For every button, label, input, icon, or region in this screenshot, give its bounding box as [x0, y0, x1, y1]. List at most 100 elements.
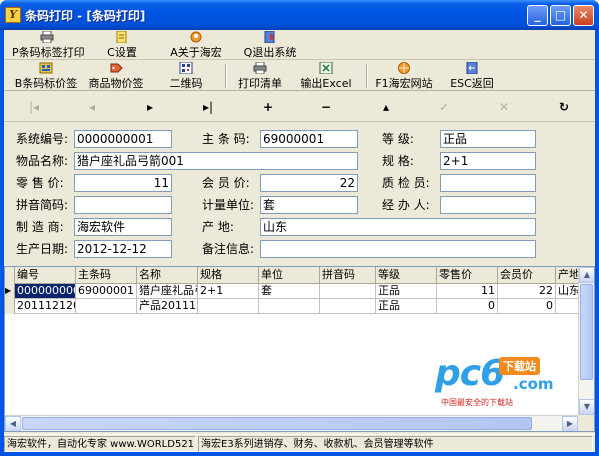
- scrollbar-corner: [578, 415, 594, 431]
- tool-export-excel[interactable]: 输出Excel: [298, 61, 354, 91]
- grid-cell[interactable]: 2+1: [198, 284, 259, 299]
- nav-first-button[interactable]: |◂: [6, 97, 62, 117]
- tool-print-list[interactable]: 打印清单: [236, 61, 284, 91]
- menu-settings[interactable]: C设置: [102, 30, 142, 60]
- grid-cell[interactable]: 22: [498, 284, 556, 299]
- grid-cell[interactable]: 20111212000: [15, 299, 76, 314]
- nav-cancel-button[interactable]: ✕: [476, 97, 532, 117]
- excel-icon: [319, 62, 333, 74]
- menu-print-labels-label: P条码标签打印: [12, 46, 85, 59]
- tool-qrcode-label: 二维码: [169, 77, 203, 90]
- name-field[interactable]: 猎户座礼品弓箭001: [74, 152, 358, 170]
- grid-cell[interactable]: 猎户座礼品弓: [137, 284, 198, 299]
- grid-col-header[interactable]: 名称: [137, 267, 198, 284]
- remark-field[interactable]: [260, 240, 536, 258]
- member-field[interactable]: 22: [260, 174, 358, 192]
- toolbar-separator: [366, 64, 368, 88]
- grid-header-indicator: [5, 267, 15, 284]
- grid-col-header[interactable]: 等级: [376, 267, 437, 284]
- settings-icon: [116, 31, 127, 43]
- scroll-left-icon[interactable]: ◀: [5, 416, 21, 431]
- nav-delete-button[interactable]: −: [298, 97, 354, 117]
- minimize-button[interactable]: _: [527, 5, 548, 26]
- tool-qrcode[interactable]: 二维码: [164, 61, 208, 91]
- grid-col-header[interactable]: 主条码: [76, 267, 137, 284]
- grid-cell[interactable]: [259, 299, 320, 314]
- title-bar[interactable]: Y 条码打印 - [条码打印] _ □ ✕: [0, 0, 599, 30]
- vertical-scroll-thumb[interactable]: [580, 284, 593, 380]
- window-title: 条码打印 - [条码打印]: [25, 9, 146, 23]
- grid-cell[interactable]: [320, 284, 376, 299]
- unit-field[interactable]: 套: [260, 196, 358, 214]
- inspector-label: 质 检 员:: [382, 176, 430, 190]
- grid-cell[interactable]: [320, 299, 376, 314]
- nav-last-button[interactable]: ▸|: [180, 97, 236, 117]
- tool-barcode-price-label[interactable]: B条码标价签: [14, 61, 78, 91]
- grid-cell[interactable]: 0: [437, 299, 498, 314]
- grid-col-header[interactable]: 规格: [198, 267, 259, 284]
- grid-cell[interactable]: 正品: [376, 284, 437, 299]
- grid-col-header[interactable]: 编号: [15, 267, 76, 284]
- close-button[interactable]: ✕: [573, 5, 594, 26]
- grid-header: 编号 主条码 名称 规格 单位 拼音码 等级 零售价 会员价 产地: [5, 267, 594, 284]
- watermark-slogan: 中国最安全的下载站: [441, 398, 513, 407]
- menu-exit[interactable]: Q退出系统: [242, 30, 298, 60]
- grid-cell[interactable]: [198, 299, 259, 314]
- exit-icon: [264, 31, 275, 43]
- tool-back[interactable]: ESC返回: [448, 61, 496, 91]
- vertical-scrollbar[interactable]: ▲ ▼: [578, 267, 594, 415]
- grid-col-header[interactable]: 会员价: [498, 267, 556, 284]
- watermark-domain: .com: [513, 375, 554, 393]
- scroll-up-icon[interactable]: ▲: [579, 267, 594, 283]
- data-grid[interactable]: 编号 主条码 名称 规格 单位 拼音码 等级 零售价 会员价 产地 ▶ 0000…: [4, 266, 595, 432]
- handler-field[interactable]: [440, 196, 536, 214]
- nav-post-button[interactable]: ✓: [416, 97, 472, 117]
- barcode-label-icon: [39, 62, 53, 74]
- grid-cell[interactable]: 0: [498, 299, 556, 314]
- grid-cell[interactable]: 11: [437, 284, 498, 299]
- scroll-down-icon[interactable]: ▼: [579, 399, 594, 415]
- tool-website[interactable]: F1海宏网站: [374, 61, 434, 91]
- inspector-field[interactable]: [440, 174, 536, 192]
- spec-field[interactable]: 2+1: [440, 152, 536, 170]
- toolbar-separator: [225, 64, 227, 88]
- grid-col-header[interactable]: 拼音码: [320, 267, 376, 284]
- grid-cell[interactable]: [76, 299, 137, 314]
- nav-next-button[interactable]: ▸: [122, 97, 178, 117]
- menu-print-labels[interactable]: P条码标签打印: [12, 30, 85, 60]
- menu-exit-label: Q退出系统: [243, 46, 297, 59]
- maker-field[interactable]: 海宏软件: [74, 218, 172, 236]
- grid-cell[interactable]: 0000000001: [15, 284, 76, 299]
- pinyin-field[interactable]: [74, 196, 172, 214]
- nav-prior-button[interactable]: ◂: [64, 97, 120, 117]
- origin-field[interactable]: 山东: [260, 218, 536, 236]
- grid-cell[interactable]: 69000001: [76, 284, 137, 299]
- scroll-right-icon[interactable]: ▶: [562, 416, 578, 431]
- grid-cell[interactable]: 套: [259, 284, 320, 299]
- menu-about[interactable]: A关于海宏: [168, 30, 224, 60]
- grid-cell[interactable]: 产品2011121: [137, 299, 198, 314]
- table-row[interactable]: 20111212000 产品2011121 正品 0 0: [5, 299, 594, 314]
- barcode-field[interactable]: 69000001: [260, 130, 358, 148]
- grid-cell[interactable]: 正品: [376, 299, 437, 314]
- nav-insert-button[interactable]: +: [240, 97, 296, 117]
- tool-barcode-price-label-label: B条码标价签: [14, 77, 78, 90]
- price-tag-icon: [110, 63, 123, 73]
- horizontal-scroll-thumb[interactable]: [22, 417, 532, 430]
- nav-refresh-button[interactable]: ↻: [536, 97, 592, 117]
- tool-product-price-label[interactable]: 商品物价签: [88, 61, 144, 91]
- globe-icon: [398, 62, 410, 74]
- retail-label: 零 售 价:: [16, 176, 64, 190]
- maximize-button[interactable]: □: [550, 5, 571, 26]
- grid-col-header[interactable]: 零售价: [437, 267, 498, 284]
- grade-field[interactable]: 正品: [440, 130, 536, 148]
- table-row[interactable]: ▶ 0000000001 69000001 猎户座礼品弓 2+1 套 正品 11…: [5, 284, 594, 299]
- retail-field[interactable]: 11: [74, 174, 172, 192]
- horizontal-scrollbar[interactable]: ◀ ▶: [5, 415, 578, 431]
- date-field[interactable]: 2012-12-12: [74, 240, 172, 258]
- menu-settings-label: C设置: [107, 46, 137, 59]
- record-form: 系统编号: 0000000001 主 条 码: 69000001 等 级: 正品…: [4, 123, 595, 265]
- grid-col-header[interactable]: 单位: [259, 267, 320, 284]
- nav-edit-button[interactable]: ▴: [358, 97, 414, 117]
- sys-no-field[interactable]: 0000000001: [74, 130, 172, 148]
